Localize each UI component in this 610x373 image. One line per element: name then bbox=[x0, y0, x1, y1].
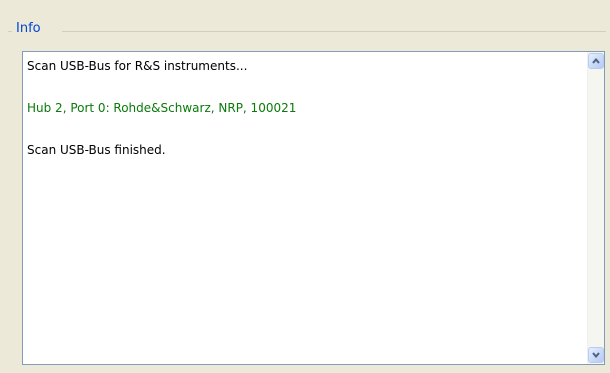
chevron-down-icon bbox=[592, 352, 600, 358]
groupbox-title: Info bbox=[16, 20, 45, 38]
info-groupbox: Info Scan USB-Bus for R&S instruments...… bbox=[0, 0, 610, 373]
log-content: Scan USB-Bus for R&S instruments... Hub … bbox=[27, 58, 582, 360]
scroll-up-button[interactable] bbox=[588, 53, 604, 69]
vertical-scrollbar[interactable] bbox=[587, 52, 604, 364]
info-log-listbox[interactable]: Scan USB-Bus for R&S instruments... Hub … bbox=[22, 51, 605, 365]
scroll-down-button[interactable] bbox=[588, 347, 604, 363]
groupbox-border-left bbox=[8, 31, 12, 32]
chevron-up-icon bbox=[592, 58, 600, 64]
log-line-device-found: Hub 2, Port 0: Rohde&Schwarz, NRP, 10002… bbox=[27, 101, 297, 115]
log-line-scan-finished: Scan USB-Bus finished. bbox=[27, 143, 166, 157]
log-line-scan-start: Scan USB-Bus for R&S instruments... bbox=[27, 59, 248, 73]
groupbox-border-top bbox=[62, 31, 606, 32]
